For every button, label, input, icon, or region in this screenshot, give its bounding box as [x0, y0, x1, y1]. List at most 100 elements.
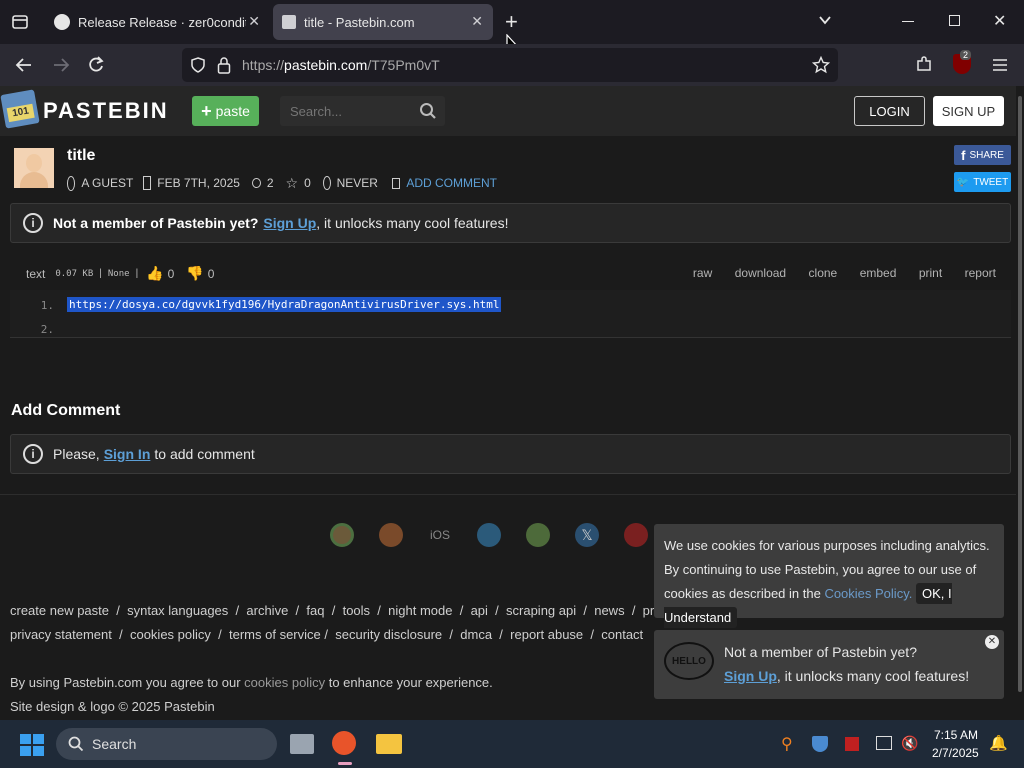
twitter-tweet-button[interactable]: 🐦 TWEET [954, 172, 1011, 192]
footer-link[interactable]: night mode [388, 603, 452, 618]
search-input[interactable] [290, 101, 410, 121]
file-explorer-icon[interactable] [376, 734, 402, 754]
print-link[interactable]: print [919, 266, 942, 280]
url-text[interactable]: https://pastebin.com/T75Pm0vT [242, 57, 440, 73]
tray-search-tool-icon[interactable]: ⚲ [781, 734, 793, 754]
thumbs-up-icon[interactable]: 👍 [146, 265, 163, 282]
restore-window-icon[interactable] [949, 15, 960, 26]
tab-close-icon[interactable]: ✕ [248, 13, 260, 30]
tab-pastebin[interactable]: title - Pastebin.com ✕ [273, 4, 493, 40]
clone-link[interactable]: clone [809, 266, 838, 280]
page-scrollbar[interactable] [1016, 86, 1024, 720]
android-app-icon[interactable] [526, 523, 550, 547]
reload-icon[interactable] [86, 55, 106, 80]
footer-link[interactable]: security disclosure [335, 627, 442, 642]
ios-app-label[interactable]: iOS [430, 528, 450, 542]
taskbar-time[interactable]: 7:15 AM [934, 728, 978, 742]
tab-list-icon[interactable] [10, 12, 30, 32]
footer-link[interactable]: news [594, 603, 624, 618]
popup-signup-link[interactable]: Sign Up [724, 668, 777, 684]
pastebin-logo-icon[interactable]: 101 [0, 89, 40, 129]
facebook-share-button[interactable]: f SHARE [954, 145, 1011, 165]
add-comment-link[interactable]: ADD COMMENT [406, 176, 497, 190]
footer-link[interactable]: archive [246, 603, 288, 618]
footer-link[interactable]: report abuse [510, 627, 583, 642]
tab-overflow-chevron-icon[interactable] [817, 12, 833, 33]
cookies-policy-link[interactable]: cookies policy [244, 675, 325, 690]
syntax-label[interactable]: text [26, 267, 45, 281]
site-logo-text[interactable]: PASTEBIN [43, 98, 169, 124]
tray-red-app-icon[interactable] [845, 737, 859, 751]
notice-rest: , it unlocks many cool features! [316, 215, 509, 231]
minimize-window-icon[interactable] [902, 21, 914, 22]
notice-signup-link[interactable]: Sign Up [263, 215, 316, 231]
tweet-label: TWEET [973, 176, 1009, 188]
back-arrow-icon[interactable] [14, 55, 34, 80]
tab-github-release[interactable]: Release Release · zer0condition ✕ [44, 4, 270, 40]
close-window-icon[interactable]: ✕ [993, 11, 1006, 31]
paste-date: FEB 7TH, 2025 [157, 176, 240, 190]
login-button[interactable]: LOGIN [854, 96, 925, 126]
cookies-policy-link[interactable]: Cookies Policy. [824, 586, 912, 601]
expiry-timer-icon [322, 176, 331, 190]
footer-link[interactable]: syntax languages [127, 603, 228, 618]
firefox-taskbar-icon[interactable] [332, 731, 356, 755]
bookmark-star-icon[interactable] [811, 55, 831, 79]
taskbar-search[interactable]: Search [56, 728, 277, 760]
app-menu-hamburger-icon[interactable] [992, 57, 1008, 78]
extension-badge: 2 [960, 50, 972, 60]
agree-suffix: to enhance your experience. [328, 675, 493, 690]
paste-meta: A GUEST FEB 7TH, 2025 2 ☆ 0 NEVER ADD CO… [67, 174, 497, 192]
raw-link[interactable]: raw [693, 266, 712, 280]
signup-popup: HELLO Not a member of Pastebin yet? Sign… [654, 630, 1004, 699]
firefox-app-icon[interactable] [379, 523, 403, 547]
tab-close-icon[interactable]: ✕ [471, 13, 483, 30]
tray-network-icon[interactable] [876, 736, 892, 750]
search-icon[interactable] [419, 102, 437, 125]
footer-link[interactable]: api [471, 603, 488, 618]
tray-volume-icon[interactable]: 🔇 [901, 735, 918, 752]
footer-link[interactable]: contact [601, 627, 643, 642]
opera-app-icon[interactable] [624, 523, 648, 547]
tray-shield-icon[interactable] [812, 736, 828, 752]
calendar-icon [143, 176, 152, 190]
paste-author[interactable]: A GUEST [81, 176, 133, 190]
x-app-icon[interactable]: 𝕏 [575, 523, 599, 547]
footer-link[interactable]: scraping api [506, 603, 576, 618]
chrome-app-icon[interactable] [330, 523, 354, 547]
footer-link[interactable]: cookies policy [130, 627, 211, 642]
star-outline-icon[interactable]: ☆ [286, 175, 299, 192]
new-tab-plus-icon[interactable]: + [505, 9, 518, 35]
scrollbar-thumb[interactable] [1018, 96, 1022, 692]
notification-bell-icon[interactable]: 🔔 [989, 734, 1008, 752]
footer-link[interactable]: faq [306, 603, 324, 618]
footer-sep: / [119, 627, 123, 642]
extensions-puzzle-icon[interactable] [915, 55, 933, 78]
report-link[interactable]: report [965, 266, 996, 280]
footer-sep: / [331, 603, 336, 618]
download-link[interactable]: download [735, 266, 786, 280]
windows-start-icon[interactable] [20, 734, 44, 756]
footer-link[interactable]: create new paste [10, 603, 109, 618]
footer-link[interactable]: terms of service [229, 627, 321, 642]
footer-link[interactable]: tools [343, 603, 370, 618]
embed-link[interactable]: embed [860, 266, 897, 280]
thumbs-down-icon[interactable]: 👎 [186, 265, 203, 282]
tracking-shield-icon[interactable] [190, 57, 206, 78]
code-line[interactable]: https://dosya.co/dgvvk1fyd196/HydraDrago… [67, 297, 502, 312]
taskbar-date[interactable]: 2/7/2025 [932, 746, 979, 760]
footer-link[interactable]: dmca [460, 627, 492, 642]
new-paste-button[interactable]: + paste [192, 96, 259, 126]
signup-button[interactable]: SIGN UP [933, 96, 1004, 126]
windows-app-icon[interactable] [477, 523, 501, 547]
url-bar[interactable]: https://pastebin.com/T75Pm0vT [182, 48, 838, 82]
padlock-icon[interactable] [217, 56, 231, 79]
code-area[interactable]: 1. https://dosya.co/dgvvk1fyd196/HydraDr… [10, 290, 1011, 338]
info-icon: i [23, 444, 43, 464]
forward-arrow-icon[interactable] [51, 55, 71, 80]
popup-close-icon[interactable]: ✕ [985, 635, 999, 649]
browser-nav-bar: https://pastebin.com/T75Pm0vT 2 [0, 44, 1024, 86]
signin-link[interactable]: Sign In [104, 446, 151, 462]
footer-link[interactable]: privacy statement [10, 627, 112, 642]
task-view-icon[interactable] [290, 734, 314, 754]
